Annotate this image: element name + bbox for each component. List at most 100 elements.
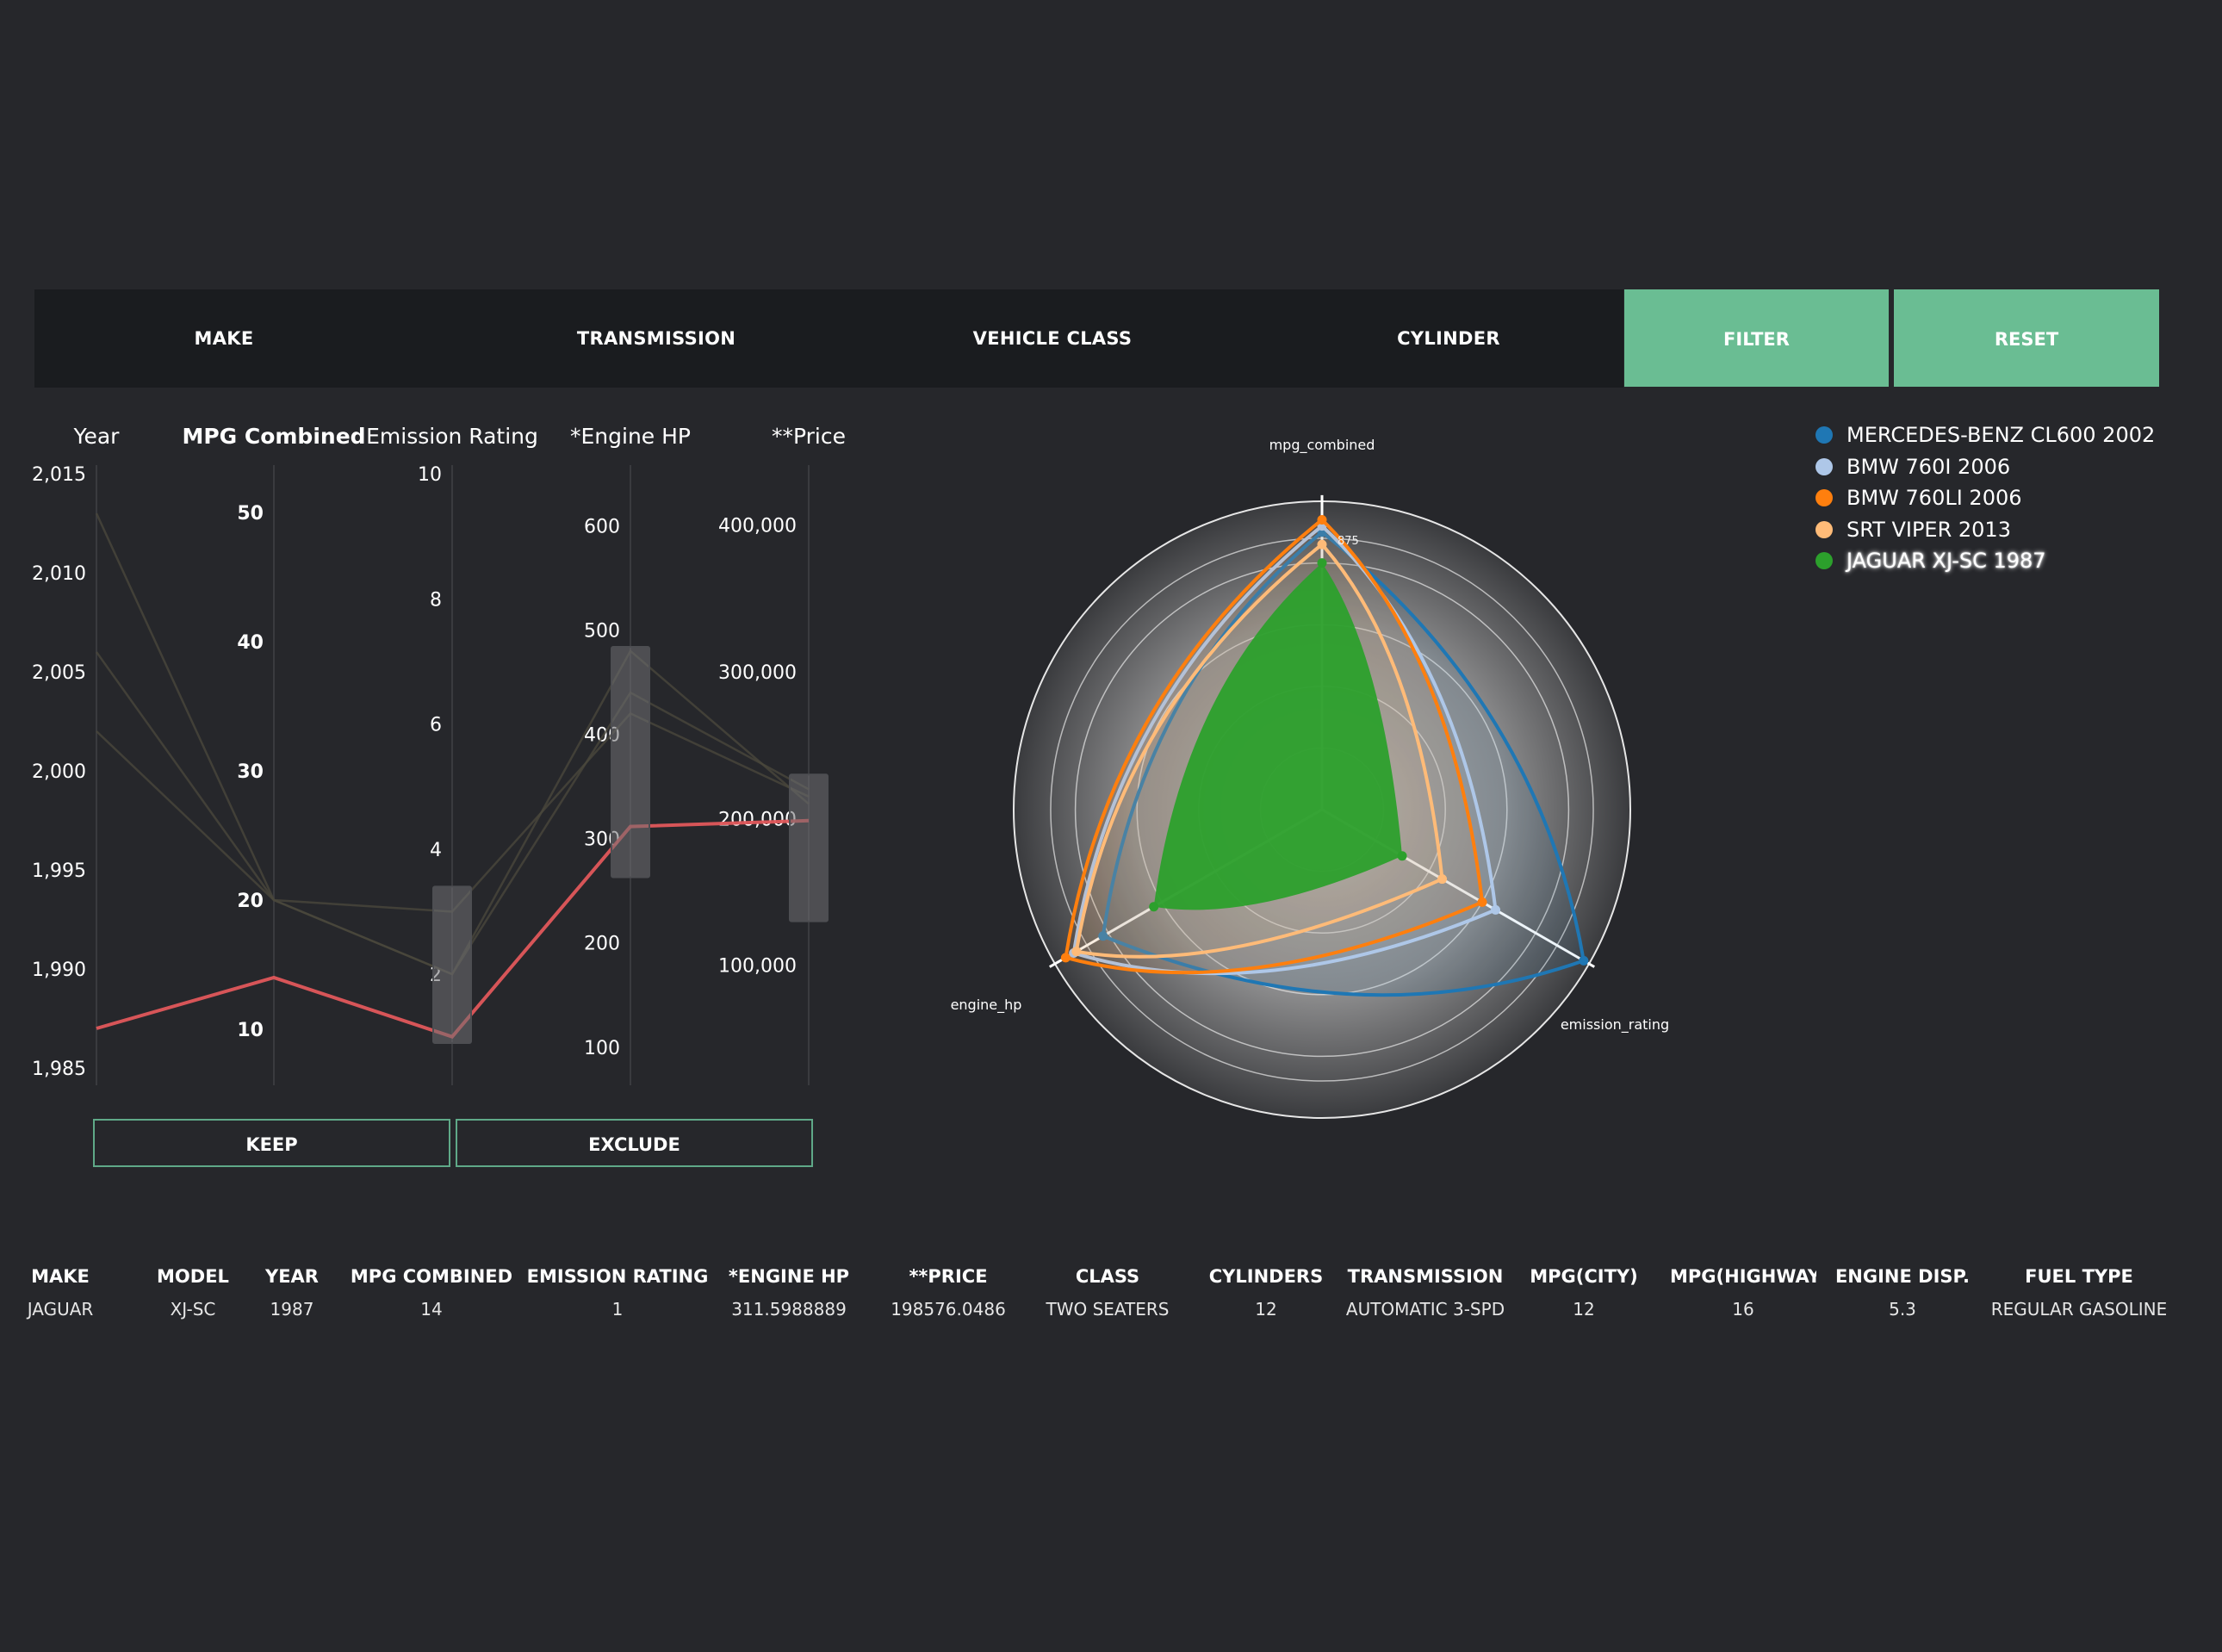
legend-swatch — [1815, 552, 1833, 569]
radar-point — [1317, 558, 1327, 568]
table-cell: 12 — [1573, 1299, 1595, 1320]
radar-point — [1060, 953, 1071, 963]
filter-button[interactable]: FILTER — [1624, 289, 1889, 387]
tick-label: 8 — [430, 589, 442, 611]
tick-label: 4 — [430, 840, 442, 861]
legend-swatch — [1815, 457, 1833, 475]
table-cell: AUTOMATIC 3-SPD — [1345, 1299, 1505, 1320]
legend-label: MERCEDES-BENZ CL600 2002 — [1846, 423, 2156, 447]
radar-point — [1437, 874, 1448, 885]
legend-label: BMW 760I 2006 — [1846, 454, 2011, 479]
exclude-button[interactable]: EXCLUDE — [456, 1119, 813, 1167]
column-header[interactable]: CYLINDERS — [1197, 1266, 1335, 1287]
table-cell: 12 — [1255, 1299, 1277, 1320]
reset-button[interactable]: RESET — [1894, 289, 2159, 387]
tick-label: 300,000 — [718, 662, 797, 684]
column-header[interactable]: MPG(HIGHWAY) — [1670, 1266, 1816, 1287]
cylinder-dropdown[interactable]: CYLINDER — [1225, 289, 1673, 388]
radar-point — [1149, 902, 1159, 912]
table-cell: REGULAR GASOLINE — [1990, 1299, 2168, 1320]
tick-label: 2,015 — [32, 464, 86, 486]
tick-label: 50 — [237, 503, 264, 525]
column-header[interactable]: YEAR — [253, 1266, 331, 1287]
tick-label: 10 — [237, 1020, 264, 1041]
legend-item[interactable]: BMW 760I 2006 — [1815, 452, 2010, 481]
table-cell: 14 — [420, 1299, 443, 1320]
table-cell: 1987 — [270, 1299, 314, 1320]
radar-point — [1579, 955, 1589, 966]
tick-label: 500 — [584, 621, 620, 643]
brush-rect — [789, 773, 829, 922]
table-cell: 198576.0486 — [891, 1299, 1006, 1320]
column-header[interactable]: *ENGINE HP — [716, 1266, 862, 1287]
column-header[interactable]: MPG COMBINED — [332, 1266, 531, 1287]
table-cell: JAGUAR — [27, 1299, 94, 1320]
tick-label: 40 — [237, 632, 264, 654]
table-cell: 311.5988889 — [731, 1299, 847, 1320]
legend-swatch — [1815, 520, 1833, 538]
column-header[interactable]: EMISSION RATING — [523, 1266, 712, 1287]
tick-label: 10 — [418, 464, 442, 486]
radar-point — [1317, 514, 1327, 525]
legend-label: JAGUAR XJ-SC 1987 — [1846, 549, 2046, 573]
tick-label: 2,010 — [32, 563, 86, 585]
brush-rect — [611, 645, 650, 879]
table-cell: 16 — [1732, 1299, 1754, 1320]
tick-label: 2,005 — [32, 662, 86, 684]
legend-item[interactable]: MERCEDES-BENZ CL600 2002 — [1815, 420, 2155, 450]
radar-point — [1397, 851, 1407, 861]
radar-point — [1071, 947, 1082, 957]
tick-label: 2,000 — [32, 761, 86, 783]
axis-label: Emission Rating — [366, 424, 538, 449]
column-header[interactable]: ENGINE DISP. — [1834, 1266, 1971, 1287]
table-cell: TWO SEATERS — [1046, 1299, 1170, 1320]
legend-label: SRT VIPER 2013 — [1846, 517, 2011, 542]
table-cell: 1 — [611, 1299, 624, 1320]
radar-point — [1491, 904, 1501, 915]
radar-axis-label: emission_rating — [1561, 1016, 1669, 1034]
legend-item[interactable]: SRT VIPER 2013 — [1815, 515, 2011, 544]
tick-label: 1,985 — [32, 1059, 86, 1080]
brush-rect — [432, 885, 472, 1044]
tick-label: 20 — [237, 891, 264, 912]
radar-point — [1477, 897, 1487, 907]
keep-button[interactable]: KEEP — [93, 1119, 450, 1167]
parallel-coordinates-chart[interactable]: Year 2,015 2,010 2,005 2,000 1,995 1,990 1,985 M… — [0, 405, 861, 1094]
table-cell: 5.3 — [1889, 1299, 1916, 1320]
column-header[interactable]: **PRICE — [875, 1266, 1021, 1287]
radar-axis-label: engine_hp — [951, 997, 1022, 1014]
axis-label: MPG Combined — [182, 424, 365, 449]
column-header[interactable]: TRANSMISSION — [1345, 1266, 1505, 1287]
column-header[interactable]: MPG(CITY) — [1519, 1266, 1648, 1287]
tick-label: 600 — [584, 517, 620, 538]
tick-label: 1,995 — [32, 860, 86, 882]
column-header[interactable]: FUEL TYPE — [1971, 1266, 2187, 1287]
radar-point — [1317, 539, 1327, 550]
axis-label: **Price — [772, 424, 846, 449]
radar-chart: mpg_combined emission_rating engine_hp 875 — [951, 437, 1669, 1119]
axis-label: *Engine HP — [570, 424, 691, 449]
legend-label: BMW 760LI 2006 — [1846, 486, 2022, 510]
radar-tick-label: 875 — [1338, 535, 1359, 548]
legend-item[interactable]: BMW 760LI 2006 — [1815, 483, 2022, 512]
vehicle-class-dropdown[interactable]: VEHICLE CLASS — [829, 289, 1276, 388]
column-header[interactable]: MAKE — [0, 1266, 121, 1287]
radar-axis-label: mpg_combined — [1269, 437, 1375, 454]
transmission-dropdown[interactable]: TRANSMISSION — [432, 289, 880, 388]
tick-label: 100,000 — [718, 956, 797, 978]
legend-swatch — [1815, 489, 1833, 506]
table-cell: XJ-SC — [170, 1299, 216, 1320]
tick-label: 30 — [237, 761, 264, 783]
legend-swatch — [1815, 426, 1833, 444]
make-dropdown[interactable]: MAKE — [34, 289, 413, 388]
filter-toolbar: MAKE TRANSMISSION VEHICLE CLASS CYLINDER — [34, 289, 1623, 388]
tick-label: 100 — [584, 1038, 620, 1059]
tick-label: 200 — [584, 934, 620, 955]
legend-item[interactable]: JAGUAR XJ-SC 1987 — [1815, 546, 2046, 575]
tick-label: 6 — [430, 715, 442, 736]
tick-label: 1,990 — [32, 960, 86, 981]
column-header[interactable]: CLASS — [1030, 1266, 1185, 1287]
axis-label: Year — [73, 424, 121, 449]
column-header[interactable]: MODEL — [128, 1266, 258, 1287]
tick-label: 400,000 — [718, 516, 797, 537]
